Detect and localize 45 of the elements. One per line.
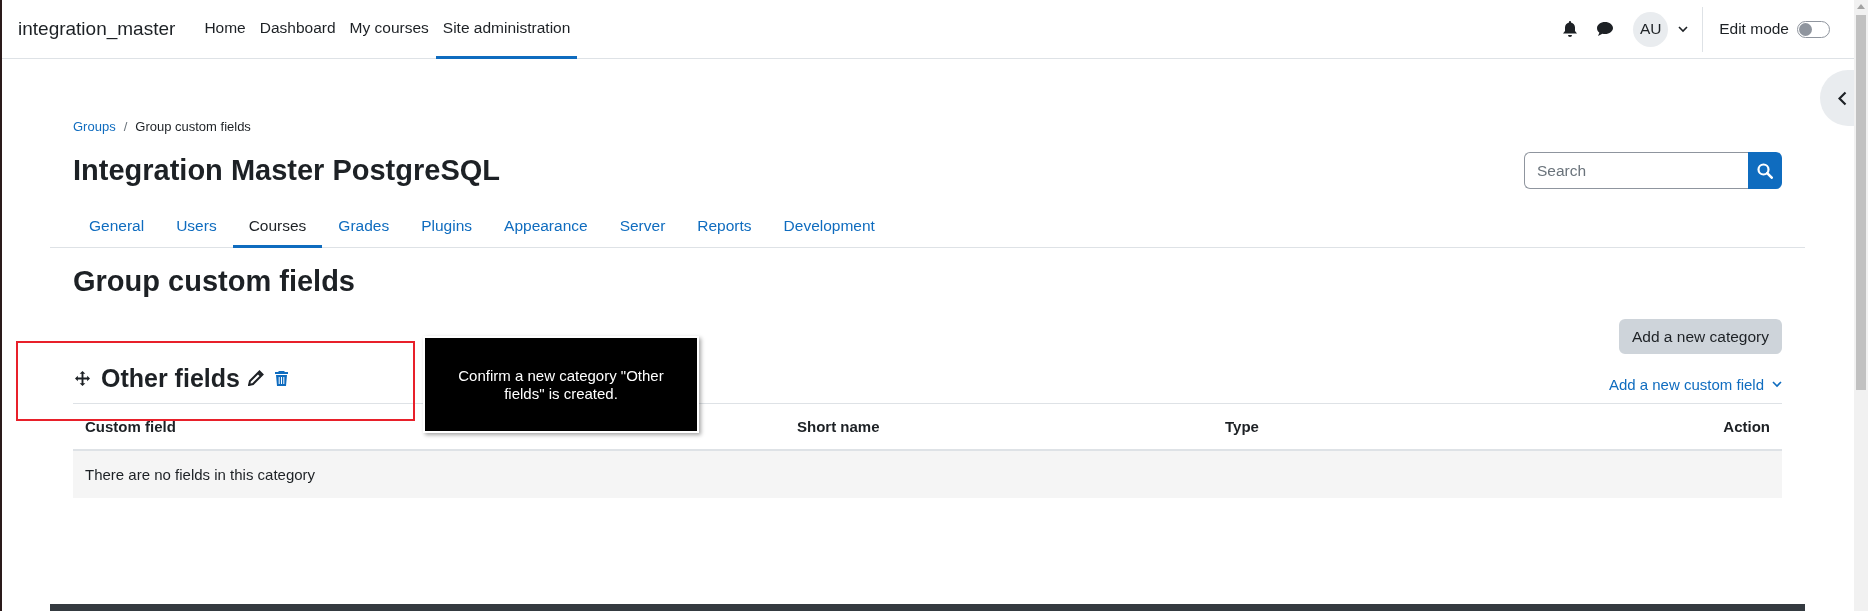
chevron-left-icon <box>1838 90 1847 106</box>
drawer-toggle-button[interactable] <box>1820 70 1856 126</box>
bell-icon <box>1563 21 1578 37</box>
column-header: Short name <box>796 418 881 435</box>
caret-icon <box>1772 381 1782 388</box>
trash-icon[interactable] <box>274 370 288 386</box>
admin-tab[interactable]: Reports <box>681 205 768 248</box>
admin-tab[interactable]: Appearance <box>488 205 604 248</box>
caret-icon <box>1678 25 1689 33</box>
add-custom-field-link[interactable]: Add a new custom field <box>1608 376 1782 393</box>
nav-link[interactable]: Home <box>197 0 253 59</box>
search-icon <box>1757 162 1773 179</box>
empty-table-message: There are no fields in this category <box>84 466 317 483</box>
scrollbar[interactable] <box>1854 0 1868 611</box>
breadcrumb-separator: / <box>123 118 128 136</box>
admin-tab[interactable]: Server <box>603 205 682 248</box>
admin-tab[interactable]: Users <box>160 205 233 248</box>
breadcrumb-link[interactable]: Groups <box>73 117 116 137</box>
breadcrumb-current: Group custom fields <box>135 118 251 136</box>
page-title: Integration Master PostgreSQL <box>73 153 500 188</box>
category-name: Other fields <box>101 363 240 393</box>
column-header: Custom field <box>84 418 177 435</box>
nav-link[interactable]: My courses <box>342 0 436 59</box>
scroll-up-arrow-icon <box>1857 4 1865 9</box>
search-button[interactable] <box>1748 152 1782 189</box>
admin-tab[interactable]: Grades <box>322 205 406 248</box>
edit-mode-label: Edit mode <box>1719 20 1789 38</box>
move-icon <box>75 370 90 386</box>
chat-icon <box>1597 22 1614 36</box>
add-category-button[interactable]: Add a new category <box>1619 319 1782 354</box>
user-avatar[interactable]: AU <box>1633 11 1669 47</box>
annotation-note: Confirm a new category "Other fields" is created. <box>423 336 699 433</box>
column-header: Action <box>1722 418 1771 435</box>
admin-tab[interactable]: Plugins <box>405 205 489 248</box>
site-name[interactable]: integration_master <box>18 18 176 40</box>
admin-tab[interactable]: Development <box>767 205 891 248</box>
pencil-icon[interactable] <box>247 370 264 386</box>
section-heading: Group custom fields <box>73 264 356 299</box>
column-header: Type <box>1224 418 1260 435</box>
nav-link[interactable]: Dashboard <box>252 0 343 59</box>
search-field[interactable]: Search <box>1524 152 1748 189</box>
nav-link[interactable]: Site administration <box>435 0 578 59</box>
edit-mode-toggle[interactable] <box>1797 20 1830 38</box>
admin-tab[interactable]: Courses <box>232 205 323 248</box>
admin-tab[interactable]: General <box>73 205 161 248</box>
